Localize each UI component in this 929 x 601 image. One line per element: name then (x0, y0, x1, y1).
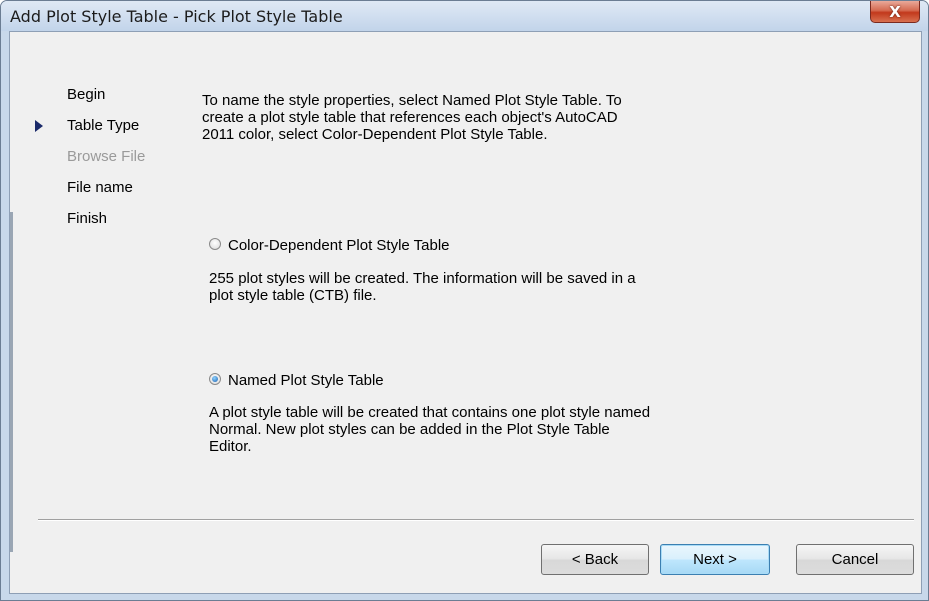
description-line: Normal. New plot styles can be added in … (209, 421, 610, 438)
step-label: File name (67, 179, 133, 196)
footer-separator (38, 519, 914, 521)
wizard-window: Add Plot Style Table - Pick Plot Style T… (0, 0, 929, 601)
named-label[interactable]: Named Plot Style Table (228, 372, 384, 389)
cancel-button[interactable]: Cancel (796, 544, 914, 575)
instruction-line: 2011 color, select Color-Dependent Plot … (202, 126, 548, 143)
wizard-body: Begin Table Type Browse File File name F… (9, 31, 922, 594)
close-button[interactable]: X (870, 1, 920, 23)
step-label: Begin (67, 86, 106, 103)
description-line: Editor. (209, 438, 252, 455)
step-label: Table Type (67, 117, 140, 134)
title-bar[interactable]: Add Plot Style Table - Pick Plot Style T… (1, 1, 928, 31)
color-dependent-radio[interactable] (209, 238, 221, 250)
color-dependent-label[interactable]: Color-Dependent Plot Style Table (228, 237, 450, 254)
close-icon: X (889, 2, 901, 21)
description-line: 255 plot styles will be created. The inf… (209, 270, 636, 287)
named-description: A plot style table will be created that … (209, 404, 729, 455)
window-title: Add Plot Style Table - Pick Plot Style T… (10, 7, 343, 26)
color-dependent-description: 255 plot styles will be created. The inf… (209, 270, 729, 304)
step-label: Browse File (67, 148, 146, 165)
instruction-text: To name the style properties, select Nam… (202, 92, 722, 143)
instruction-line: create a plot style table that reference… (202, 109, 618, 126)
next-button[interactable]: Next > (660, 544, 770, 575)
named-radio[interactable] (209, 373, 221, 385)
description-line: plot style table (CTB) file. (209, 287, 377, 304)
step-label: Finish (67, 210, 108, 227)
left-edge-divider (10, 212, 13, 552)
description-line: A plot style table will be created that … (209, 404, 651, 421)
current-step-arrow-icon (35, 120, 43, 132)
instruction-line: To name the style properties, select Nam… (202, 92, 622, 109)
back-button[interactable]: < Back (541, 544, 649, 575)
